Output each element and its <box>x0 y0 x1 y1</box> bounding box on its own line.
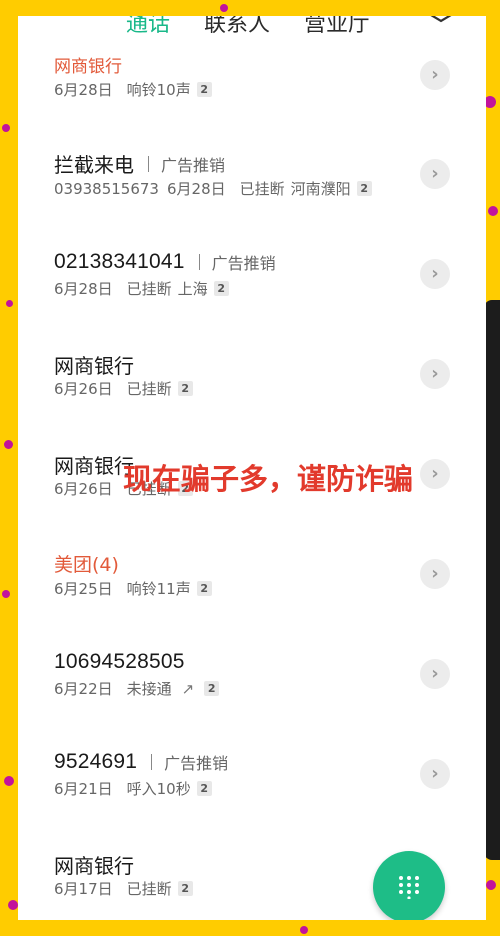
call-log-item[interactable]: 网商银行 6月28日 响铃10声 2 › <box>18 42 486 142</box>
separator <box>151 754 153 770</box>
chevron-right-icon[interactable]: › <box>420 559 450 589</box>
call-details: 6月17日 已挂断 2 <box>54 878 193 899</box>
call-date: 6月28日 <box>54 280 113 298</box>
sim-badge: 2 <box>356 181 372 196</box>
dialpad-icon <box>399 876 419 899</box>
caller-name: 02138341041 广告推销 <box>54 250 276 274</box>
decor-dot <box>220 4 228 12</box>
call-status: 已挂断 <box>126 880 172 898</box>
caller-name-text: 美团(4) <box>54 554 119 576</box>
caller-number-text: 9524691 <box>54 750 138 773</box>
call-details: 6月28日 已挂断 上海 2 <box>54 278 229 299</box>
call-details: 6月28日 响铃10声 2 <box>54 79 212 100</box>
call-date: 6月26日 <box>54 380 113 398</box>
call-log-item[interactable]: 美团(4) 6月25日 响铃11声 2 › <box>18 542 486 642</box>
tab-contacts[interactable]: 联系人 <box>204 16 270 38</box>
caller-name: 网商银行 <box>54 350 134 379</box>
outgoing-call-icon: ↗ <box>181 679 195 698</box>
caller-name-text: 网商银行 <box>54 854 134 878</box>
caller-name: 美团(4) <box>54 550 119 577</box>
caller-name: 网商银行 <box>54 850 134 879</box>
spam-tag: 广告推销 <box>164 754 229 773</box>
caller-name-text: 拦截来电 <box>54 153 134 177</box>
call-date: 6月25日 <box>54 580 113 598</box>
caller-name: 9524691 广告推销 <box>54 750 228 774</box>
call-status: 未接通 <box>126 680 172 698</box>
sim-badge: 2 <box>196 82 212 97</box>
spam-tag: 广告推销 <box>161 155 226 175</box>
spam-tag: 广告推销 <box>211 254 276 273</box>
call-status: 已挂断 <box>126 280 172 298</box>
chevron-right-icon[interactable]: › <box>420 60 450 90</box>
caller-name: 10694528505 <box>54 650 185 674</box>
decor-dot <box>486 880 496 890</box>
call-log-item[interactable]: 02138341041 广告推销 6月28日 已挂断 上海 2 › <box>18 242 486 342</box>
caller-name-text: 网商银行 <box>54 57 122 77</box>
call-details: 6月25日 响铃11声 2 <box>54 578 212 599</box>
call-details: 6月26日 已挂断 2 <box>54 378 193 399</box>
warning-overlay-text: 现在骗子多，谨防诈骗 <box>123 462 414 496</box>
background-person-edge <box>484 300 500 860</box>
chevron-right-icon[interactable]: › <box>420 459 450 489</box>
chevron-right-icon[interactable]: › <box>420 659 450 689</box>
call-date: 6月26日 <box>54 480 113 498</box>
chevron-right-icon[interactable]: › <box>420 259 450 289</box>
caller-name: 拦截来电 广告推销 <box>54 149 225 178</box>
top-tab-bar: 通话 联系人 营业厅 <box>18 16 486 42</box>
caller-name-text: 网商银行 <box>54 354 134 378</box>
call-details: 6月22日 未接通 ↗ 2 <box>54 678 220 699</box>
phone-number: 03938515673 <box>54 179 159 198</box>
phone-screen: 通话 联系人 营业厅 网商银行 6月28日 响铃10声 2 › 拦截来电 广告推… <box>18 16 486 920</box>
caller-number-text: 02138341041 <box>54 250 185 273</box>
chevron-right-icon[interactable]: › <box>420 159 450 189</box>
decor-dot <box>4 440 13 449</box>
call-log-item[interactable]: 9524691 广告推销 6月21日 呼入10秒 2 › <box>18 742 486 842</box>
tab-calls[interactable]: 通话 <box>126 16 170 38</box>
call-location: 河南濮阳 <box>290 180 351 198</box>
call-details: 6月21日 呼入10秒 2 <box>54 778 212 799</box>
caller-name: 网商银行 <box>54 450 134 479</box>
sim-badge: 2 <box>177 381 193 396</box>
call-status: 响铃11声 <box>126 580 191 598</box>
decor-dot <box>2 124 10 132</box>
decor-dot <box>488 206 498 216</box>
caller-number-text: 10694528505 <box>54 650 185 673</box>
sim-badge: 2 <box>177 881 193 896</box>
call-status: 已挂断 <box>239 180 285 198</box>
sim-badge: 2 <box>204 681 220 696</box>
settings-icon[interactable] <box>426 16 456 24</box>
call-date: 6月28日 <box>54 81 113 99</box>
separator <box>148 155 149 172</box>
call-date: 6月28日 <box>166 180 226 198</box>
call-date: 6月22日 <box>54 680 113 698</box>
call-log-item[interactable]: 拦截来电 广告推销 03938515673 6月28日 已挂断 河南濮阳 2 › <box>18 142 486 242</box>
call-location: 上海 <box>177 280 208 298</box>
call-status: 响铃10声 <box>126 81 191 99</box>
decor-dot <box>4 776 14 786</box>
sim-badge: 2 <box>196 581 212 596</box>
call-log-item[interactable]: 网商银行 6月26日 已挂断 2 › <box>18 342 486 442</box>
dialpad-button[interactable] <box>373 851 445 920</box>
caller-name-text: 网商银行 <box>54 454 134 478</box>
call-status: 已挂断 <box>126 380 172 398</box>
decor-dot <box>6 300 13 307</box>
call-status: 呼入10秒 <box>126 780 191 798</box>
chevron-right-icon[interactable]: › <box>420 359 450 389</box>
separator <box>198 254 200 270</box>
call-details: 03938515673 6月28日 已挂断 河南濮阳 2 <box>54 178 372 199</box>
caller-name: 网商银行 <box>54 52 122 77</box>
chevron-right-icon[interactable]: › <box>420 759 450 789</box>
tab-business-hall[interactable]: 营业厅 <box>304 16 370 38</box>
decor-dot <box>300 926 308 934</box>
sim-badge: 2 <box>196 781 212 796</box>
call-date: 6月17日 <box>54 880 113 898</box>
call-date: 6月21日 <box>54 780 113 798</box>
sim-badge: 2 <box>213 281 229 296</box>
decor-dot <box>2 590 10 598</box>
call-log-item[interactable]: 10694528505 6月22日 未接通 ↗ 2 › <box>18 642 486 742</box>
decor-dot <box>8 900 18 910</box>
